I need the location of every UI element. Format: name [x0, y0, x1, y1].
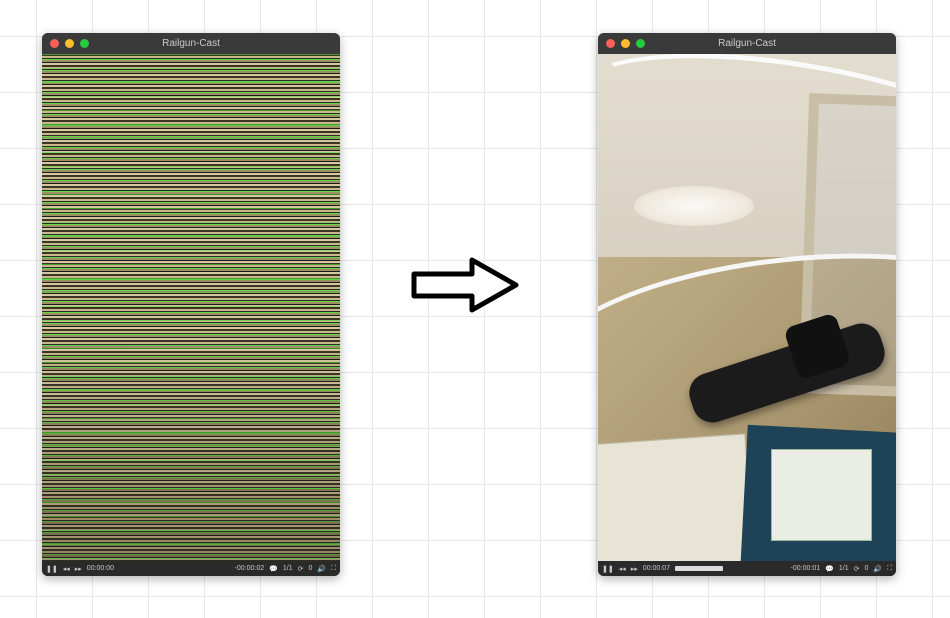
volume-icon[interactable]: 🔊 [317, 565, 326, 573]
prev-button[interactable]: ◂◂ [619, 565, 626, 573]
fullscreen-icon[interactable]: ⛶ [331, 565, 336, 573]
titlebar[interactable]: Railgun-Cast [598, 33, 896, 54]
minimize-icon[interactable] [65, 39, 74, 48]
loop-icon[interactable]: ⟳ [298, 565, 304, 573]
pause-button[interactable]: ❚❚ [602, 565, 614, 573]
chapter-indicator: 1/1 [839, 565, 849, 572]
subtitle-icon[interactable]: 0 [864, 565, 868, 572]
minimize-icon[interactable] [621, 39, 630, 48]
next-button[interactable]: ▸▸ [631, 565, 638, 573]
volume-icon[interactable]: 🔊 [873, 565, 882, 573]
video-area-corrupted [42, 54, 340, 561]
progress-bar[interactable] [675, 566, 723, 571]
zoom-icon[interactable] [80, 39, 89, 48]
close-icon[interactable] [50, 39, 59, 48]
chat-icon[interactable]: 💬 [825, 565, 834, 573]
elapsed-time: 00:00:00 [87, 565, 114, 572]
prev-button[interactable]: ◂◂ [63, 565, 70, 573]
control-bar: ❚❚ ◂◂ ▸▸ 00:00:00 -00:00:02 💬 1/1 ⟳ 0 🔊 … [42, 561, 340, 576]
next-button[interactable]: ▸▸ [75, 565, 82, 573]
remaining-time: -00:00:02 [235, 565, 265, 572]
control-bar: ❚❚ ◂◂ ▸▸ 00:00:07 -00:00:01 💬 1/1 ⟳ 0 🔊 … [598, 561, 896, 576]
remaining-time: -00:00:01 [791, 565, 821, 572]
video-area-normal [598, 54, 896, 561]
loop-icon[interactable]: ⟳ [854, 565, 860, 573]
pause-button[interactable]: ❚❚ [46, 565, 58, 573]
zoom-icon[interactable] [636, 39, 645, 48]
elapsed-time: 00:00:07 [643, 565, 670, 572]
subtitle-icon[interactable]: 0 [308, 565, 312, 572]
player-window-left: Railgun-Cast ❚❚ ◂◂ ▸▸ 00:00:00 -00:00:02… [42, 33, 340, 576]
close-icon[interactable] [606, 39, 615, 48]
arrow-icon [410, 252, 522, 318]
player-window-right: Railgun-Cast ❚❚ ◂◂ ▸▸ 00:00:07 -00:00:01… [598, 33, 896, 576]
chat-icon[interactable]: 💬 [269, 565, 278, 573]
titlebar[interactable]: Railgun-Cast [42, 33, 340, 54]
chapter-indicator: 1/1 [283, 565, 293, 572]
fullscreen-icon[interactable]: ⛶ [887, 565, 892, 573]
